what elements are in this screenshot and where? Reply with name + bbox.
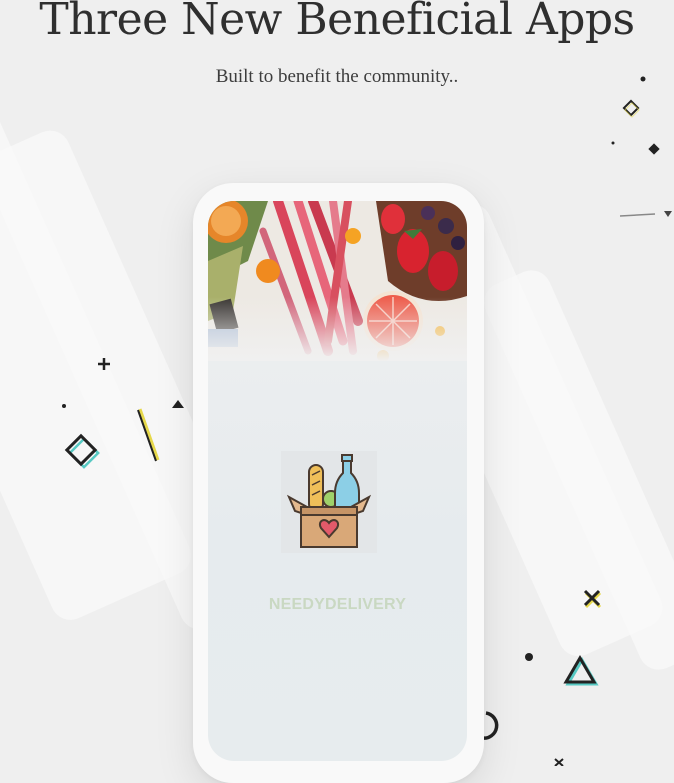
fresh-produce-photo: [208, 201, 467, 361]
cross-icon: [554, 758, 564, 766]
triangle-icon: [664, 211, 672, 217]
dot-icon: [611, 141, 615, 145]
app-name-label: NEEDYDELIVERY: [268, 596, 407, 613]
line-icon: [137, 409, 157, 462]
line-icon: [138, 408, 160, 461]
dot-icon: [525, 653, 533, 661]
line-icon: [619, 213, 656, 217]
triangle-icon: [172, 400, 184, 408]
plus-icon: [98, 358, 110, 370]
ring-icon: [481, 711, 499, 740]
grocery-box-heart-icon: [281, 451, 377, 553]
phone-mockup: NEEDYDELIVERY: [193, 183, 484, 783]
dot-icon: [640, 76, 646, 82]
app-screen: NEEDYDELIVERY: [208, 201, 467, 761]
square-icon: [648, 143, 660, 155]
dot-icon: [62, 404, 66, 408]
